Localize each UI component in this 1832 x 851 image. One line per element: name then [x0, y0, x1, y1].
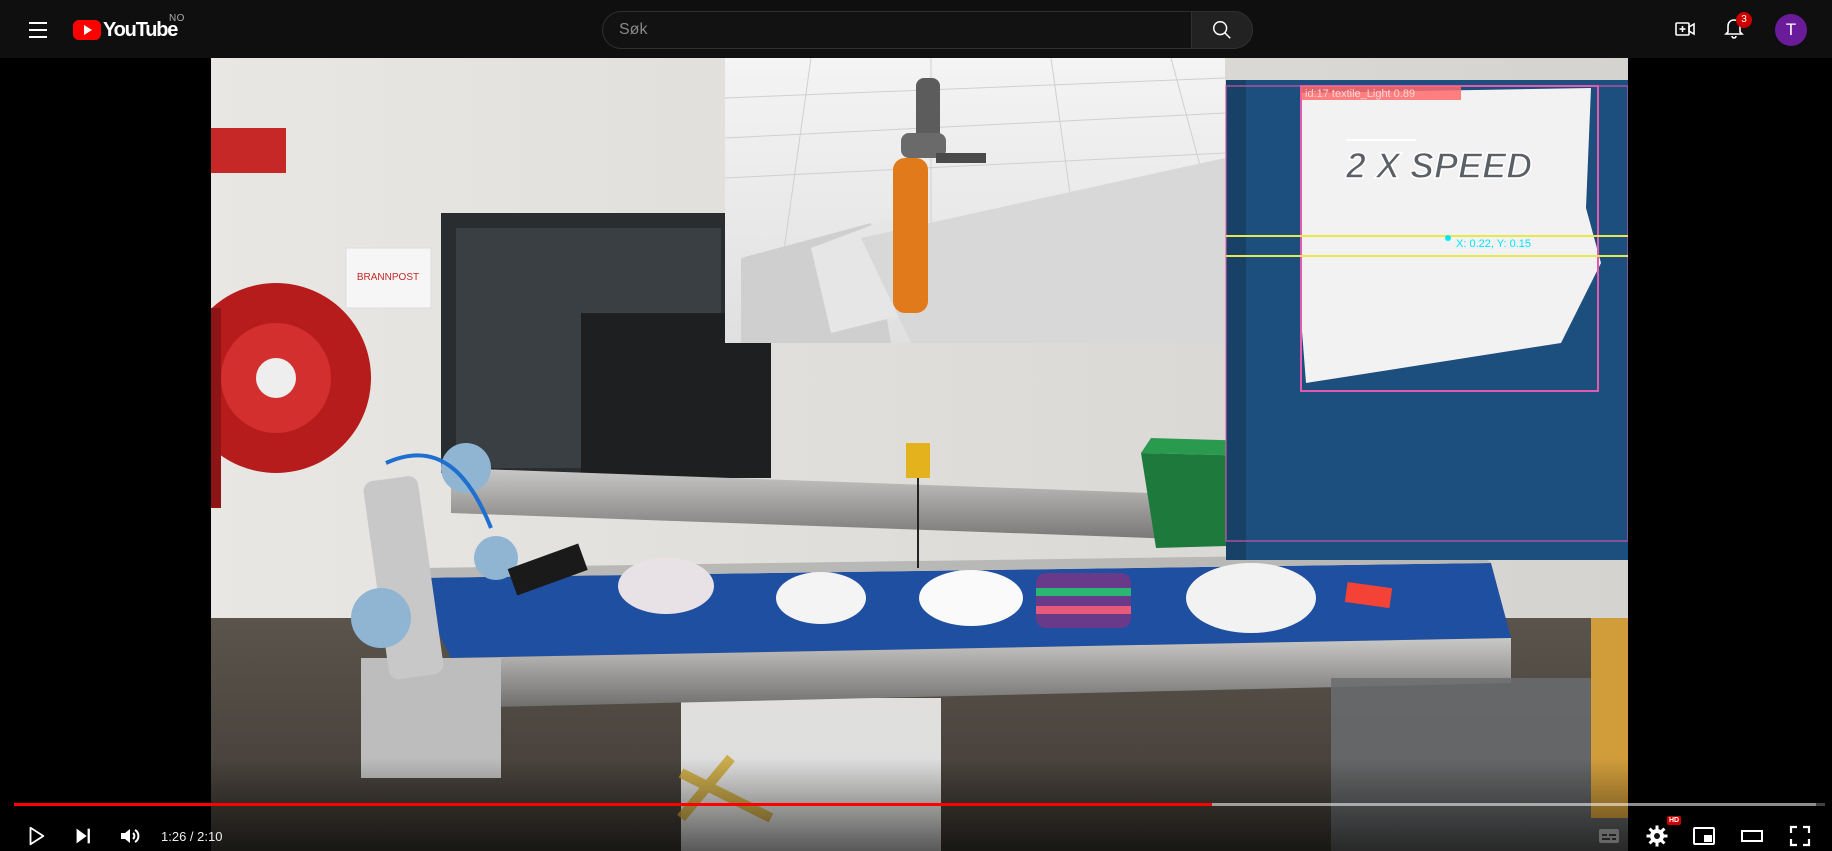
miniplayer-button[interactable] — [1686, 818, 1722, 851]
coords-label: X: 0.22, Y: 0.15 — [1456, 238, 1531, 250]
garment-white-3 — [1186, 563, 1316, 633]
hamburger-icon — [29, 22, 47, 24]
miniplayer-icon — [1693, 827, 1715, 845]
progress-bar[interactable] — [14, 803, 1825, 806]
video-content: BRANNPOST id:17 textile_Light 0.89 X: 0.… — [211, 58, 1628, 851]
detection-label: id:17 textile_Light 0.89 — [1305, 88, 1415, 100]
garment-white-1 — [776, 572, 866, 624]
account-avatar[interactable]: T — [1775, 14, 1807, 46]
play-icon — [29, 826, 45, 846]
hd-badge: HD — [1667, 816, 1682, 825]
theater-icon — [1741, 830, 1763, 842]
country-code: NO — [169, 13, 185, 24]
garment-striped — [1036, 573, 1131, 628]
sim-robot-pillar — [893, 158, 928, 313]
logo-text: YouTube — [103, 18, 178, 41]
notifications-button[interactable]: 3 — [1718, 12, 1752, 45]
volume-icon — [121, 829, 140, 843]
notification-count-badge: 3 — [1736, 12, 1752, 28]
video-frame[interactable]: BRANNPOST id:17 textile_Light 0.89 X: 0.… — [211, 58, 1628, 851]
subtitles-icon — [1599, 829, 1619, 843]
simulation-inset — [724, 58, 1226, 344]
progress-played — [14, 803, 1212, 806]
speed-overlay: 2 X SPEED — [1345, 145, 1532, 186]
youtube-logo[interactable]: YouTube — [73, 17, 178, 43]
search-box — [602, 11, 1253, 49]
svg-text:BRANNPOST: BRANNPOST — [357, 272, 419, 283]
mute-button[interactable] — [112, 818, 148, 851]
search-input[interactable] — [602, 11, 1191, 49]
subtitles-button[interactable] — [1591, 818, 1627, 851]
search-button[interactable] — [1191, 11, 1253, 49]
masthead: YouTube NO 3 T — [0, 0, 1832, 58]
garment-white-2 — [919, 570, 1023, 626]
youtube-play-icon — [73, 20, 101, 40]
theater-mode-button[interactable] — [1734, 818, 1770, 851]
create-button[interactable] — [1669, 13, 1701, 45]
fullscreen-icon — [1789, 825, 1811, 847]
search-icon — [1213, 21, 1231, 39]
fullscreen-button[interactable] — [1782, 818, 1818, 851]
camera — [906, 443, 930, 478]
detection-inset: id:17 textile_Light 0.89 X: 0.22, Y: 0.1… — [1225, 80, 1628, 560]
time-display: 1:26 / 2:10 — [161, 829, 223, 844]
gear-icon — [1646, 825, 1668, 847]
next-button[interactable] — [65, 818, 101, 851]
guide-menu-button[interactable] — [22, 14, 54, 46]
play-button[interactable] — [18, 818, 54, 851]
hamburger-icon-line — [29, 29, 47, 31]
garment-floral — [618, 558, 714, 614]
hamburger-icon-line — [29, 36, 47, 38]
robot-joint — [351, 588, 411, 648]
create-video-icon — [1675, 22, 1695, 36]
video-player[interactable]: BRANNPOST id:17 textile_Light 0.89 X: 0.… — [0, 58, 1832, 851]
next-icon — [76, 828, 90, 844]
